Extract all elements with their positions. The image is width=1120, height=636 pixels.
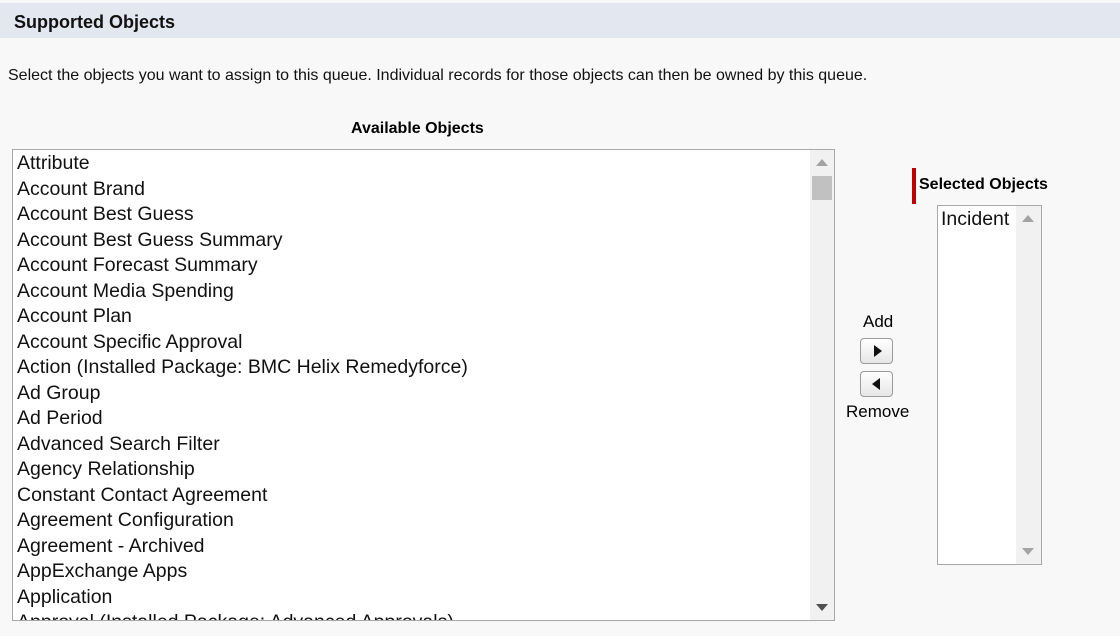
selected-scrollbar[interactable] [1016,206,1041,564]
remove-label: Remove [846,402,910,421]
list-option[interactable]: Account Best Guess [17,202,468,228]
list-option[interactable]: Incident [941,207,1009,232]
list-option[interactable]: Agreement - Archived [17,534,468,560]
available-objects-list: Attribute Account Brand Account Best Guess… [17,151,468,620]
list-option[interactable]: Application [17,585,468,611]
available-objects-label: Available Objects [351,120,484,137]
list-option[interactable]: Ad Period [17,406,468,432]
scroll-down-arrow-icon[interactable] [1022,548,1034,555]
triangle-left-icon [871,378,880,390]
list-option[interactable]: Account Plan [17,304,468,330]
required-indicator [912,168,916,204]
selected-objects-listbox[interactable]: Incident [937,205,1042,565]
selected-objects-label: Selected Objects [919,176,1048,193]
section-title: Supported Objects [14,12,176,32]
list-option[interactable]: Account Specific Approval [17,330,468,356]
list-option[interactable]: Agreement Configuration [17,508,468,534]
list-option[interactable]: Account Media Spending [17,279,468,305]
available-objects-listbox[interactable]: Attribute Account Brand Account Best Guess… [12,149,835,621]
section-header: Supported Objects [0,3,1120,38]
list-option[interactable]: Action (Installed Package: BMC Helix Rem… [17,355,468,381]
list-option[interactable]: Account Best Guess Summary [17,228,468,254]
scroll-up-arrow-icon[interactable] [1022,215,1034,222]
list-option[interactable]: Attribute [17,151,468,177]
add-button[interactable] [860,338,893,364]
remove-button[interactable] [860,371,893,397]
list-option[interactable]: Agency Relationship [17,457,468,483]
list-option[interactable]: Advanced Search Filter [17,432,468,458]
triangle-right-icon [873,345,882,357]
selected-objects-list: Incident [941,207,1009,232]
list-option[interactable]: Approval (Installed Package: Advanced Ap… [17,610,468,620]
instructions-text: Select the objects you want to assign to… [8,67,868,84]
scroll-down-arrow-icon[interactable] [816,604,828,611]
add-label: Add [863,312,894,331]
list-option[interactable]: Ad Group [17,381,468,407]
list-option[interactable]: AppExchange Apps [17,559,468,585]
scrollbar-thumb[interactable] [812,176,832,200]
list-option[interactable]: Account Brand [17,177,468,203]
list-option[interactable]: Constant Contact Agreement [17,483,468,509]
available-scrollbar[interactable] [810,150,834,620]
list-option[interactable]: Account Forecast Summary [17,253,468,279]
scroll-up-arrow-icon[interactable] [816,159,828,166]
